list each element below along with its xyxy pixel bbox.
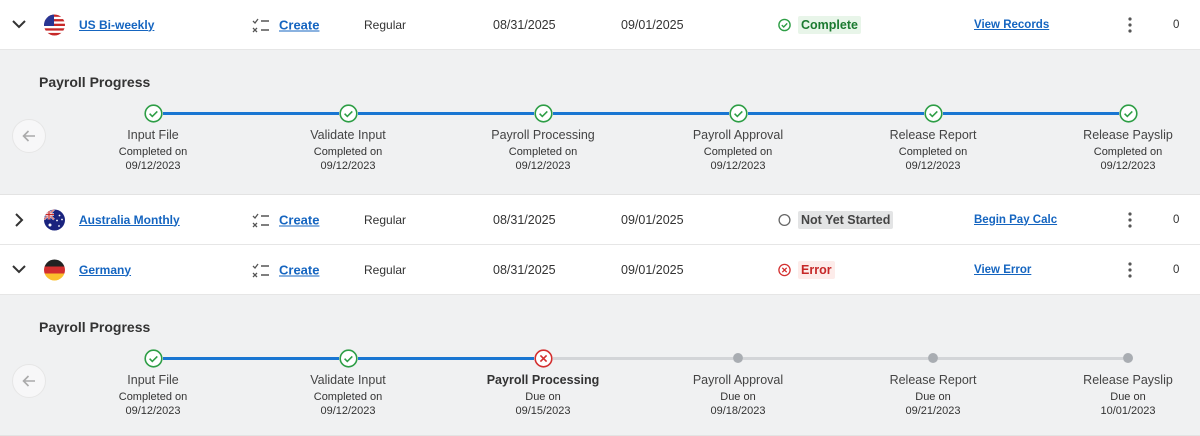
step-status: Completed on 09/12/2023 [118,391,188,417]
period-end-date: 08/31/2025 [493,262,556,277]
table-row: Germany Create Regular 08/31/2025 09/01/… [0,245,1200,295]
pay-date: 09/01/2025 [621,262,684,277]
checklist-icon [252,212,270,228]
pay-date: 09/01/2025 [621,17,684,32]
error-circle-icon [778,263,791,276]
payroll-type: Regular [364,17,407,32]
progress-connector [163,112,339,115]
step-pending-dot [1123,353,1133,363]
step-complete-icon [728,104,748,123]
step-label: Payroll Processing [491,128,595,142]
status-badge: Error [798,260,835,279]
back-arrow-icon[interactable] [12,364,46,398]
progress-connector [163,357,339,360]
payroll-progress-panel: Payroll Progress Input File Completed on… [0,50,1200,195]
step-status: Completed on 09/12/2023 [313,391,383,417]
step-complete-icon [1118,104,1138,123]
check-circle-icon [778,18,791,31]
step-label: Validate Input [310,373,386,387]
progress-connector [358,357,534,360]
step-status: Due on 10/01/2023 [1100,391,1156,417]
panel-title: Payroll Progress [39,319,151,335]
step-status: Completed on 09/12/2023 [1093,146,1163,172]
create-link[interactable]: Create [279,212,319,227]
period-end-date: 08/31/2025 [493,212,556,227]
progress-connector [553,357,733,360]
step-status: Completed on 09/12/2023 [313,146,383,172]
step-status: Completed on 09/12/2023 [508,146,578,172]
step-label: Payroll Approval [692,128,784,142]
create-link[interactable]: Create [279,17,319,32]
table-row: Australia Monthly Create Regular 08/31/2… [0,195,1200,245]
payroll-type: Regular [364,262,407,277]
view-error-link[interactable]: View Error [974,264,1031,276]
view-records-link[interactable]: View Records [974,19,1049,31]
chevron-down-icon[interactable] [11,262,27,278]
payroll-progress-panel: Payroll Progress Input File Completed on… [0,295,1200,436]
step-complete-icon [338,104,358,123]
step-status: Due on 09/15/2023 [515,391,571,417]
table-row: US Bi-weekly Create Regular 08/31/2025 0… [0,0,1200,50]
more-options-icon[interactable] [1127,16,1133,33]
step-status: Due on 09/21/2023 [905,391,961,417]
step-label: Input File [127,128,179,142]
progress-connector [743,357,928,360]
step-label: Release Payslip [1083,128,1173,142]
begin-pay-calc-link[interactable]: Begin Pay Calc [974,214,1057,226]
step-label: Payroll Approval [692,373,784,387]
more-options-icon[interactable] [1127,211,1133,228]
progress-connector [358,112,534,115]
germany-flag-icon [44,259,65,280]
progress-connector [938,357,1123,360]
step-pending-dot [733,353,743,363]
checklist-icon [252,262,270,278]
status-badge: Complete [798,15,861,34]
progress-connector [748,112,924,115]
step-label: Release Payslip [1083,373,1173,387]
step-status: Completed on 09/12/2023 [703,146,773,172]
empty-circle-icon [778,213,791,226]
australia-flag-icon [44,209,65,230]
payroll-name-link[interactable]: Germany [79,263,131,277]
payroll-name-link[interactable]: Australia Monthly [79,213,180,227]
payroll-name-link[interactable]: US Bi-weekly [79,18,154,32]
step-label: Release Report [889,128,977,142]
us-flag-icon [44,14,65,35]
step-label: Validate Input [310,128,386,142]
more-options-icon[interactable] [1127,261,1133,278]
progress-connector [943,112,1119,115]
count-value: 0 [1173,263,1180,276]
step-status: Completed on 09/12/2023 [898,146,968,172]
progress-connector [553,112,729,115]
status-badge: Not Yet Started [798,210,894,229]
step-label: Release Report [889,373,977,387]
step-error-icon [533,349,553,368]
step-label: Payroll Processing [486,373,600,387]
count-value: 0 [1173,213,1180,226]
step-complete-icon [143,349,163,368]
step-complete-icon [338,349,358,368]
pay-date: 09/01/2025 [621,212,684,227]
step-complete-icon [143,104,163,123]
back-arrow-icon[interactable] [12,119,46,153]
chevron-right-icon[interactable] [11,212,27,228]
payroll-type: Regular [364,212,407,227]
period-end-date: 08/31/2025 [493,17,556,32]
step-status: Completed on 09/12/2023 [118,146,188,172]
create-link[interactable]: Create [279,262,319,277]
step-complete-icon [923,104,943,123]
step-pending-dot [928,353,938,363]
step-label: Input File [127,373,179,387]
panel-title: Payroll Progress [39,74,151,90]
step-status: Due on 09/18/2023 [710,391,766,417]
count-value: 0 [1173,18,1180,31]
step-complete-icon [533,104,553,123]
checklist-icon [252,17,270,33]
chevron-down-icon[interactable] [11,17,27,33]
